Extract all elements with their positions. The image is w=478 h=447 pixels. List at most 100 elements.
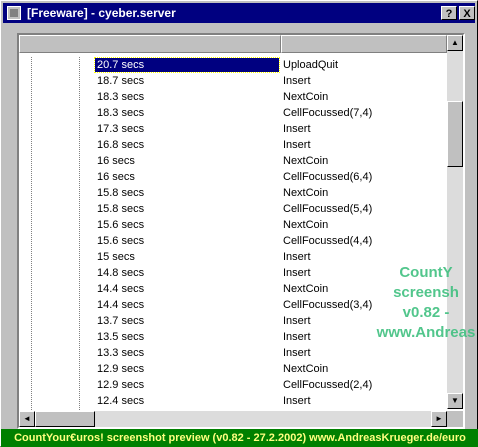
- row-event: Insert: [283, 331, 311, 343]
- tree-line: [79, 249, 80, 265]
- table-row[interactable]: 18.7 secs Insert: [19, 73, 447, 89]
- tree-line: [31, 153, 32, 169]
- row-event: Insert: [283, 75, 311, 87]
- row-time: 18.3 secs: [97, 91, 145, 103]
- watermark-line-4: www.Andreas: [376, 324, 476, 341]
- event-list[interactable]: 20.7 secs UploadQuit 18.7 secs Insert 18.3 s…: [17, 33, 465, 429]
- tree-line: [79, 361, 80, 377]
- table-row[interactable]: 18.3 secs NextCoin: [19, 89, 447, 105]
- row-event: Insert: [283, 123, 311, 135]
- row-event: CellFocussed(7,4): [283, 107, 373, 119]
- row-event: NextCoin: [283, 219, 329, 231]
- row-time: 18.3 secs: [97, 107, 145, 119]
- scroll-corner: [447, 411, 463, 427]
- tree-line: [79, 169, 80, 185]
- tree-line: [79, 313, 80, 329]
- tree-line: [79, 393, 80, 409]
- table-row[interactable]: 18.3 secs CellFocussed(7,4): [19, 105, 447, 121]
- row-event: NextCoin: [283, 283, 329, 295]
- table-row[interactable]: 15.6 secs NextCoin: [19, 217, 447, 233]
- vertical-scroll-thumb[interactable]: [447, 101, 463, 167]
- tree-line: [79, 153, 80, 169]
- row-time: 16 secs: [97, 155, 135, 167]
- tree-line: [79, 121, 80, 137]
- help-button[interactable]: ?: [441, 6, 457, 20]
- tree-line: [31, 297, 32, 313]
- row-time: 14.4 secs: [97, 299, 145, 311]
- tree-line: [31, 313, 32, 329]
- table-row[interactable]: 17.3 secs Insert: [19, 121, 447, 137]
- tree-line: [31, 137, 32, 153]
- tree-line: [79, 281, 80, 297]
- row-time: 20.7 secs: [94, 57, 280, 73]
- scroll-left-icon[interactable]: ◄: [19, 411, 35, 427]
- tree-line: [79, 57, 80, 73]
- row-event: CellFocussed(3,4): [283, 299, 373, 311]
- table-row[interactable]: 16 secs CellFocussed(6,4): [19, 169, 447, 185]
- row-event: Insert: [283, 139, 311, 151]
- table-row[interactable]: 16.8 secs Insert: [19, 137, 447, 153]
- tree-line: [79, 137, 80, 153]
- row-event: Insert: [283, 251, 311, 263]
- row-event: CellFocussed(5,4): [283, 203, 373, 215]
- close-button[interactable]: X: [459, 6, 475, 20]
- vertical-scrollbar[interactable]: ▲ ▼: [447, 35, 463, 409]
- column-header-time[interactable]: [19, 35, 281, 53]
- tree-line: [31, 361, 32, 377]
- tree-line: [79, 217, 80, 233]
- tree-line: [31, 233, 32, 249]
- watermark-line-2: screensh: [393, 284, 459, 301]
- row-time: 16 secs: [97, 171, 135, 183]
- scroll-down-icon[interactable]: ▼: [447, 393, 463, 409]
- row-time: 12.9 secs: [97, 379, 145, 391]
- row-event: CellFocussed(6,4): [283, 171, 373, 183]
- app-icon[interactable]: [7, 6, 21, 20]
- row-time: 14.4 secs: [97, 283, 145, 295]
- table-row[interactable]: 15.8 secs CellFocussed(5,4): [19, 201, 447, 217]
- window-title: [Freeware] - cyeber.server: [27, 6, 176, 20]
- row-time: 16.8 secs: [97, 139, 145, 151]
- row-event: NextCoin: [283, 91, 329, 103]
- scroll-right-icon[interactable]: ►: [431, 411, 447, 427]
- row-event: Insert: [283, 395, 311, 407]
- horizontal-scroll-thumb[interactable]: [35, 411, 95, 427]
- column-header-event[interactable]: [281, 35, 447, 53]
- tree-line: [31, 121, 32, 137]
- row-event: NextCoin: [283, 363, 329, 375]
- tree-line: [79, 297, 80, 313]
- table-row[interactable]: 16 secs NextCoin: [19, 153, 447, 169]
- table-row[interactable]: 15.6 secs CellFocussed(4,4): [19, 233, 447, 249]
- row-event: Insert: [283, 267, 311, 279]
- table-row[interactable]: 12.4 secs Insert: [19, 393, 447, 409]
- scroll-up-icon[interactable]: ▲: [447, 35, 463, 51]
- table-row[interactable]: 15.8 secs NextCoin: [19, 185, 447, 201]
- row-time: 12.9 secs: [97, 363, 145, 375]
- tree-line: [31, 201, 32, 217]
- row-event: UploadQuit: [283, 59, 339, 71]
- tree-line: [31, 89, 32, 105]
- tree-line: [31, 185, 32, 201]
- row-event: Insert: [283, 347, 311, 359]
- row-time: 13.7 secs: [97, 315, 145, 327]
- app-window: [Freeware] - cyeber.server ? X 20.7 secs…: [0, 0, 478, 447]
- row-time: 13.5 secs: [97, 331, 145, 343]
- table-row[interactable]: 12.9 secs NextCoin: [19, 361, 447, 377]
- row-time: 15.8 secs: [97, 203, 145, 215]
- tree-line: [31, 377, 32, 393]
- tree-line: [31, 57, 32, 73]
- title-bar[interactable]: [Freeware] - cyeber.server ? X: [3, 3, 475, 23]
- row-event: NextCoin: [283, 155, 329, 167]
- tree-line: [31, 393, 32, 409]
- tree-line: [79, 345, 80, 361]
- table-row[interactable]: 20.7 secs UploadQuit: [19, 57, 447, 73]
- horizontal-scrollbar[interactable]: ◄ ►: [19, 411, 447, 427]
- tree-line: [79, 89, 80, 105]
- row-time: 15.8 secs: [97, 187, 145, 199]
- tree-line: [31, 281, 32, 297]
- tree-line: [79, 185, 80, 201]
- tree-line: [79, 377, 80, 393]
- row-time: 12.4 secs: [97, 395, 145, 407]
- table-row[interactable]: 12.9 secs CellFocussed(2,4): [19, 377, 447, 393]
- tree-line: [79, 201, 80, 217]
- table-row[interactable]: 13.3 secs Insert: [19, 345, 447, 361]
